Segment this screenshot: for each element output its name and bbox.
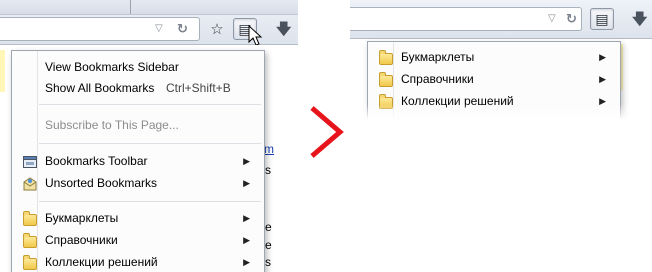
menu-item-folder[interactable]: Справочники ▶ xyxy=(12,230,264,252)
page-text-fragment: e xyxy=(265,238,272,252)
menu-item-label: Букмарклеты xyxy=(45,211,119,225)
menu-item-folder[interactable]: Справочники ▶ xyxy=(368,69,620,91)
folder-icon xyxy=(23,211,37,226)
menu-item-show-all-bookmarks[interactable]: Show All Bookmarks Ctrl+Shift+B xyxy=(12,78,264,100)
menu-item-bookmarks-toolbar[interactable]: Bookmarks Toolbar ▶ xyxy=(12,151,264,173)
tab-strip xyxy=(0,0,298,15)
menu-separator xyxy=(39,201,261,202)
reload-icon[interactable]: ↻ xyxy=(566,11,577,27)
menu-item-label: Коллекции решений xyxy=(45,255,158,269)
folder-icon xyxy=(379,72,393,87)
url-bar[interactable]: ▽ ↻ xyxy=(350,7,582,31)
tab-divider xyxy=(130,0,131,14)
unsorted-bookmarks-icon xyxy=(23,177,37,191)
menu-item-label: Show All Bookmarks xyxy=(45,81,155,95)
menu-item-label: Subscribe to This Page... xyxy=(45,118,179,132)
submenu-arrow-icon: ▶ xyxy=(243,213,250,223)
page-highlight xyxy=(0,50,5,92)
menu-item-label: Справочники xyxy=(45,233,118,247)
menu-separator xyxy=(39,143,261,144)
page-text-fragment: s xyxy=(265,163,271,177)
submenu-arrow-icon: ▶ xyxy=(599,52,606,62)
download-arrow-icon[interactable]: 🡇 xyxy=(632,9,647,34)
submenu-arrow-icon: ▶ xyxy=(243,156,250,166)
menu-item-folder[interactable]: Коллекции решений ▶ xyxy=(12,252,264,272)
url-bar[interactable]: ▽ ↻ xyxy=(0,17,200,41)
navigation-toolbar: ▽ ↻ ▤ 🡇 xyxy=(350,0,652,39)
menu-separator xyxy=(39,104,261,105)
menu-item-label: Unsorted Bookmarks xyxy=(45,176,158,190)
chevron-right-icon xyxy=(310,106,344,158)
screenshot-before: ▽ ↻ ☆ ▤ 🡇 m s e e s View Bookmarks Sideb… xyxy=(0,0,298,272)
menu-item-folder[interactable]: Букмарклеты ▶ xyxy=(368,47,620,69)
crop-fade xyxy=(350,104,652,120)
clipboard-icon: ▤ xyxy=(595,10,609,27)
history-dropdown-icon[interactable]: ▽ xyxy=(155,23,163,34)
bookmarks-menu: View Bookmarks Sidebar Show All Bookmark… xyxy=(11,50,265,272)
menu-item-label: View Bookmarks Sidebar xyxy=(45,60,179,74)
folder-icon xyxy=(23,233,37,248)
page-text-fragment: s xyxy=(265,255,271,269)
star-icon[interactable]: ☆ xyxy=(205,18,229,40)
page-text-fragment[interactable]: m xyxy=(264,142,274,156)
submenu-arrow-icon: ▶ xyxy=(243,178,250,188)
menu-item-subscribe: Subscribe to This Page... xyxy=(12,115,264,137)
history-dropdown-icon[interactable]: ▽ xyxy=(548,13,556,24)
menu-item-accelerator: Ctrl+Shift+B xyxy=(166,81,231,95)
page-text-fragment: e xyxy=(265,220,272,234)
menu-item-label: Bookmarks Toolbar xyxy=(45,154,148,168)
menu-item-label: Справочники xyxy=(401,72,474,86)
menu-item-view-bookmarks-sidebar[interactable]: View Bookmarks Sidebar xyxy=(12,57,264,79)
reload-icon[interactable]: ↻ xyxy=(177,21,188,37)
download-arrow-icon[interactable]: 🡇 xyxy=(276,19,291,44)
bookmarks-toolbar-icon xyxy=(23,156,37,168)
bookmarks-menu-button[interactable]: ▤ xyxy=(590,8,614,30)
menu-item-unsorted-bookmarks[interactable]: Unsorted Bookmarks ▶ xyxy=(12,173,264,195)
menu-item-folder[interactable]: Букмарклеты ▶ xyxy=(12,208,264,230)
screenshot-after: ▽ ↻ ▤ 🡇 Букмарклеты ▶ Справочники ▶ Колл… xyxy=(350,0,652,120)
submenu-arrow-icon: ▶ xyxy=(243,235,250,245)
folder-icon xyxy=(379,50,393,65)
submenu-arrow-icon: ▶ xyxy=(599,74,606,84)
menu-item-label: Букмарклеты xyxy=(401,50,475,64)
folder-icon xyxy=(23,255,37,270)
submenu-arrow-icon: ▶ xyxy=(243,257,250,267)
mouse-cursor-icon xyxy=(248,25,263,46)
